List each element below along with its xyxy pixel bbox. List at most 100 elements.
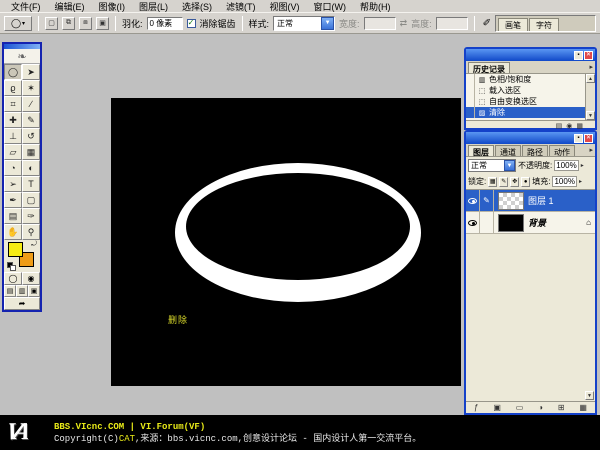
selection-new-button[interactable]: ▢ xyxy=(45,17,58,30)
layers-title-bar[interactable]: ▪ ✕ xyxy=(466,132,595,144)
tab-actions[interactable]: 动作 xyxy=(549,145,575,156)
layer-thumbnail[interactable] xyxy=(498,192,524,210)
tool-eyedropper-button[interactable]: ✑ xyxy=(22,208,40,224)
opacity-input[interactable]: 100% xyxy=(554,160,578,171)
tab-paths[interactable]: 路径 xyxy=(522,145,548,156)
history-title-bar[interactable]: ▪ ✕ xyxy=(466,49,595,61)
history-scrollbar[interactable]: ▲ ▼ xyxy=(585,74,595,120)
tool-slice-button[interactable]: ∕ xyxy=(22,96,40,112)
selection-add-button[interactable]: ⧉ xyxy=(62,17,75,30)
layer-thumbnail[interactable] xyxy=(498,214,524,232)
tool-notes-button[interactable]: ▤ xyxy=(4,208,22,224)
tool-clone-stamp-button[interactable]: ⊥ xyxy=(4,128,22,144)
blend-mode-select[interactable]: 正常 ▼ xyxy=(468,159,516,172)
history-item[interactable]: ⬚ 自由变换选区 xyxy=(466,96,595,107)
tool-shape-button[interactable]: ▢ xyxy=(22,192,40,208)
fill-spinner-icon[interactable]: ▸ xyxy=(579,178,582,185)
close-icon[interactable]: ✕ xyxy=(584,51,593,60)
scroll-down-icon[interactable]: ▼ xyxy=(586,111,595,120)
default-colors-icon[interactable] xyxy=(10,265,16,271)
tool-elliptical-marquee-button[interactable]: ◯ xyxy=(4,64,22,80)
style-select[interactable]: 正常 ▼ xyxy=(273,16,335,31)
history-item[interactable]: ▥ 色相/饱和度 xyxy=(466,74,595,85)
menu-item-layer[interactable]: 图层(L) xyxy=(132,0,175,13)
new-layer-icon[interactable]: ⊞ xyxy=(558,403,565,412)
menu-item-select[interactable]: 选择(S) xyxy=(175,0,219,13)
opacity-spinner-icon[interactable]: ▸ xyxy=(581,162,584,169)
lock-paint-icon[interactable]: ✎ xyxy=(499,177,508,187)
jump-to-imageready-button[interactable]: ➦ xyxy=(4,297,40,310)
standard-mode-button[interactable]: ◯ xyxy=(4,272,22,285)
tool-magic-wand-button[interactable]: ✶ xyxy=(22,80,40,96)
tool-move-button[interactable]: ➤ xyxy=(22,64,40,80)
quickmask-mode-button[interactable]: ◉ xyxy=(22,272,40,285)
new-document-from-state-icon[interactable]: ▤ xyxy=(556,122,563,130)
link-column[interactable] xyxy=(480,212,494,234)
visibility-toggle[interactable] xyxy=(466,190,480,212)
foreground-color-swatch[interactable] xyxy=(8,242,23,257)
history-source-column[interactable] xyxy=(468,74,475,85)
palette-menu-icon[interactable]: ▸ xyxy=(589,63,593,71)
dropdown-arrow-icon[interactable]: ▼ xyxy=(504,160,515,171)
menu-item-window[interactable]: 窗口(W) xyxy=(307,0,354,13)
delete-layer-icon[interactable]: ▦ xyxy=(579,403,587,412)
fill-input[interactable]: 100% xyxy=(552,176,576,187)
tool-blur-button[interactable]: ◔ xyxy=(4,160,22,176)
menu-item-edit[interactable]: 编辑(E) xyxy=(48,0,92,13)
tool-healing-brush-button[interactable]: ✚ xyxy=(4,112,22,128)
history-source-column[interactable] xyxy=(468,107,475,118)
palette-menu-icon[interactable]: ▸ xyxy=(589,146,593,154)
fullscreen-button[interactable]: ▣ xyxy=(28,285,40,297)
tool-preset-picker[interactable]: ◯ ▾ xyxy=(4,16,32,31)
tool-type-button[interactable]: T xyxy=(22,176,40,192)
tool-history-brush-button[interactable]: ↺ xyxy=(22,128,40,144)
feather-input[interactable]: 0 像素 xyxy=(147,17,183,30)
layer-mask-icon[interactable]: ▣ xyxy=(493,403,501,412)
menu-item-help[interactable]: 帮助(H) xyxy=(353,0,398,13)
tool-pen-button[interactable]: ✒ xyxy=(4,192,22,208)
close-icon[interactable]: ✕ xyxy=(584,134,593,143)
layer-style-icon[interactable]: ƒ xyxy=(474,403,478,412)
minimize-icon[interactable]: ▪ xyxy=(574,134,583,143)
document-canvas[interactable]: 删除 xyxy=(111,98,461,386)
tool-crop-button[interactable]: ⌗ xyxy=(4,96,22,112)
scroll-up-icon[interactable]: ▲ xyxy=(586,74,595,83)
menu-item-filter[interactable]: 滤镜(T) xyxy=(219,0,263,13)
scroll-down-icon[interactable]: ▼ xyxy=(585,391,594,400)
menu-item-file[interactable]: 文件(F) xyxy=(4,0,48,13)
tab-channels[interactable]: 通道 xyxy=(495,145,521,156)
layer-row-layer1[interactable]: ✎ 图层 1 xyxy=(466,190,595,212)
swap-colors-icon[interactable]: ⤾ xyxy=(31,241,37,249)
tab-layers[interactable]: 图层 xyxy=(468,145,494,156)
delete-state-icon[interactable]: ▦ xyxy=(576,122,583,130)
selection-subtract-button[interactable]: ⧈ xyxy=(79,17,92,30)
lock-all-icon[interactable]: ● xyxy=(521,177,530,187)
tool-zoom-button[interactable]: ⚲ xyxy=(22,224,40,240)
layer-name[interactable]: 背景 xyxy=(528,216,546,229)
well-tab-brushes[interactable]: 画笔 xyxy=(498,18,528,31)
well-tab-character[interactable]: 字符 xyxy=(529,18,559,31)
minimize-icon[interactable]: ▪ xyxy=(574,51,583,60)
menu-item-view[interactable]: 视图(V) xyxy=(263,0,307,13)
tool-lasso-button[interactable]: ϱ xyxy=(4,80,22,96)
new-snapshot-icon[interactable]: ◉ xyxy=(566,122,572,130)
dropdown-arrow-icon[interactable]: ▼ xyxy=(321,17,334,30)
lock-position-icon[interactable]: ✥ xyxy=(510,177,519,187)
layer-set-icon[interactable]: ▭ xyxy=(516,403,524,412)
antialias-checkbox[interactable]: ✓ xyxy=(187,19,196,28)
lock-transparency-icon[interactable]: ▦ xyxy=(488,177,497,187)
adjustment-layer-icon[interactable]: ◑ xyxy=(538,403,543,412)
layer-name[interactable]: 图层 1 xyxy=(528,194,554,207)
visibility-toggle[interactable] xyxy=(466,212,480,234)
tool-gradient-button[interactable]: ▦ xyxy=(22,144,40,160)
menu-item-image[interactable]: 图像(I) xyxy=(92,0,133,13)
tool-dodge-button[interactable]: ◐ xyxy=(22,160,40,176)
tool-path-selection-button[interactable]: ➢ xyxy=(4,176,22,192)
tab-history[interactable]: 历史记录 xyxy=(468,62,510,73)
selection-intersect-button[interactable]: ▣ xyxy=(96,17,109,30)
history-item-selected[interactable]: ▨ 清除 xyxy=(466,107,595,118)
tool-brush-button[interactable]: ✎ xyxy=(22,112,40,128)
tool-eraser-button[interactable]: ▱ xyxy=(4,144,22,160)
layer-row-background[interactable]: 背景 ⌂ xyxy=(466,212,595,234)
history-source-column[interactable] xyxy=(468,85,475,96)
